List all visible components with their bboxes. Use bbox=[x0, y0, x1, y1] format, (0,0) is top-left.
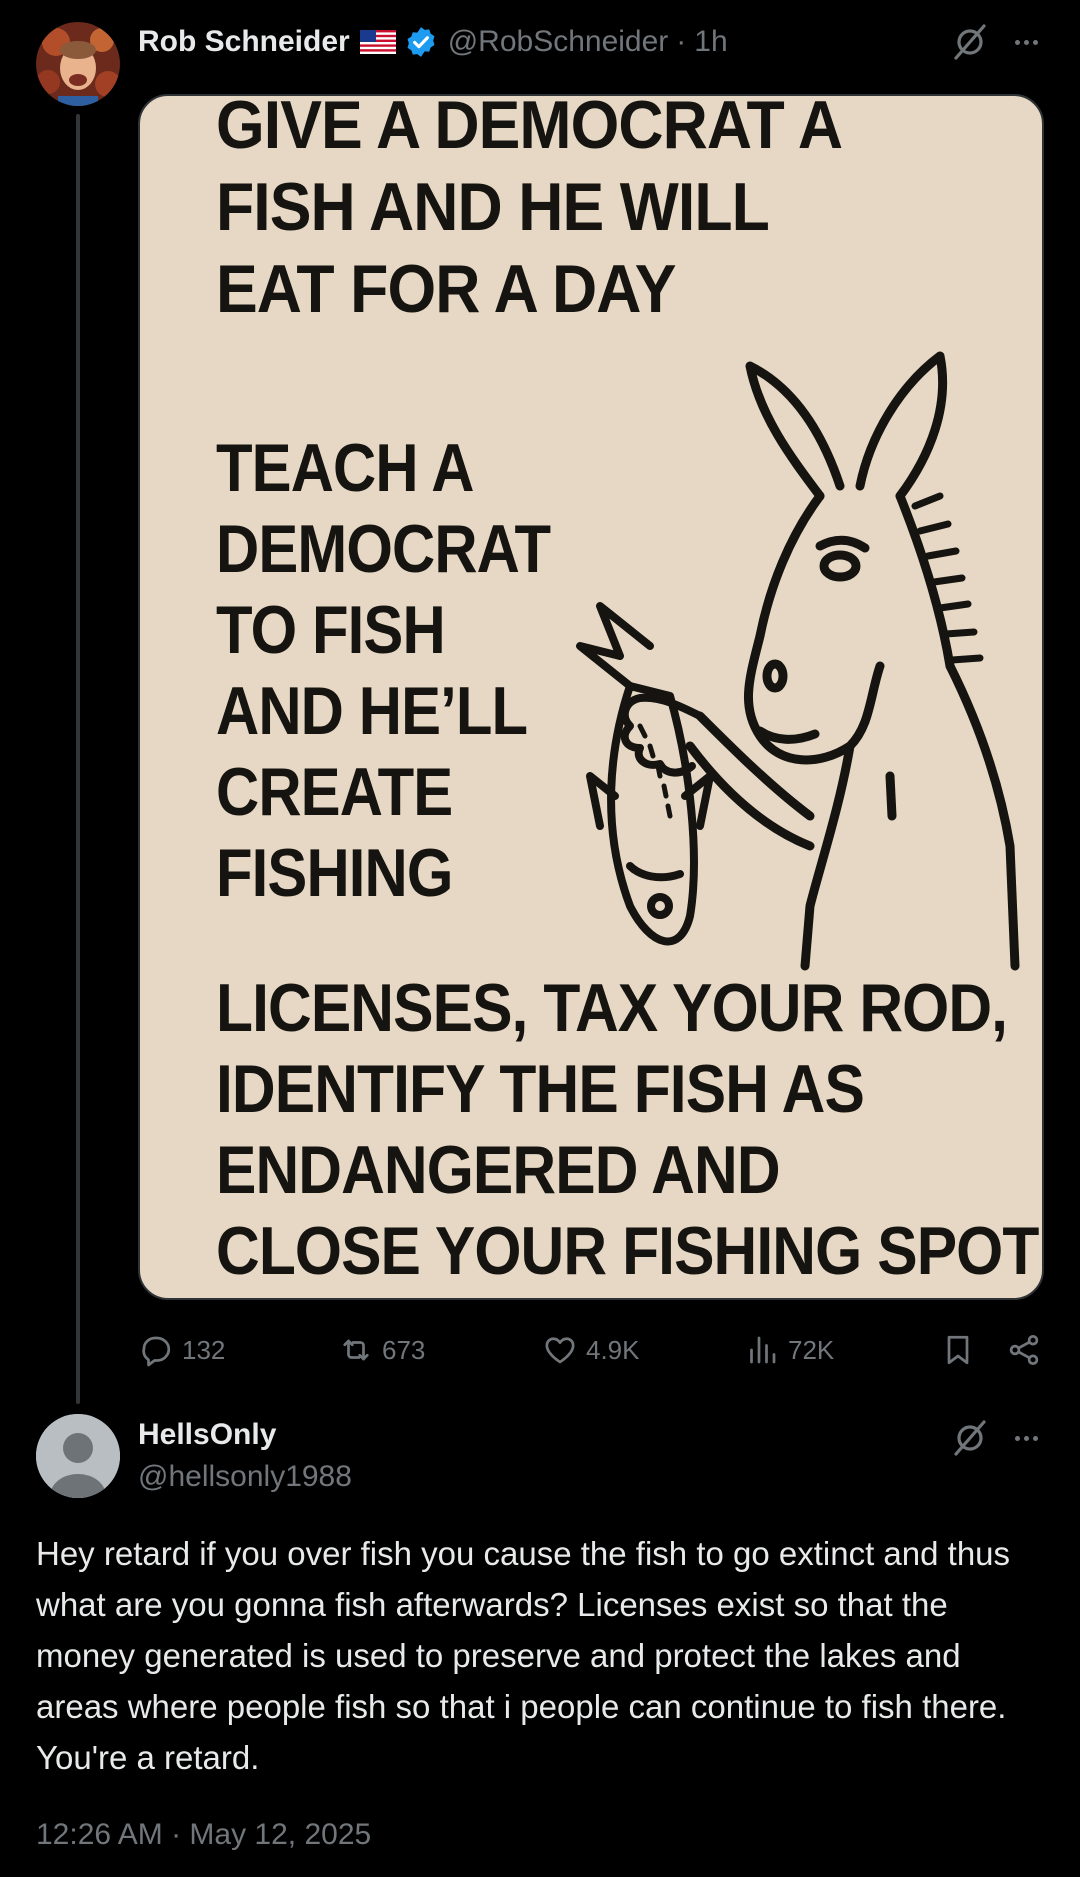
like-count: 4.9K bbox=[586, 1334, 640, 1365]
meme-text-line: TEACH A bbox=[216, 430, 474, 506]
post-time[interactable]: 1h bbox=[694, 25, 727, 59]
meme-text-line: ENDANGERED AND bbox=[216, 1132, 781, 1208]
meme-top-text: GIVE A DEMOCRAT A FISH AND HE WILL EAT F… bbox=[216, 94, 843, 330]
meme-bottom-text: LICENSES, TAX YOUR ROD, IDENTIFY THE FIS… bbox=[216, 968, 1039, 1292]
meme-text-line: LICENSES, TAX YOUR ROD, bbox=[216, 970, 1008, 1046]
reply-author-avatar[interactable] bbox=[36, 1414, 120, 1498]
meme-text-line: CREATE bbox=[216, 754, 453, 830]
meme-text-line: CLOSE YOUR FISHING SPOT bbox=[216, 1213, 1039, 1289]
bookmark-icon[interactable] bbox=[940, 1332, 976, 1368]
views-button[interactable]: 72K bbox=[744, 1328, 834, 1372]
meme-text-line: TO FISH bbox=[216, 592, 446, 668]
meme-text-line: FISH AND HE WILL bbox=[216, 169, 770, 245]
meme-text-line: GIVE A DEMOCRAT A bbox=[216, 94, 843, 163]
repost-button[interactable]: 673 bbox=[338, 1328, 425, 1372]
post-detail-page: Rob Schneider @RobSchneider · 1h GIVE A … bbox=[0, 0, 1080, 1877]
author-display-name[interactable]: Rob Schneider bbox=[138, 25, 350, 59]
meme-middle-text: TEACH A DEMOCRAT TO FISH AND HE’LL CREAT… bbox=[216, 428, 551, 914]
views-icon bbox=[750, 1336, 776, 1364]
repost-icon bbox=[343, 1339, 369, 1361]
grok-icon[interactable] bbox=[950, 22, 990, 62]
meme-text-line: AND HE’LL bbox=[216, 673, 528, 749]
repost-count: 673 bbox=[382, 1334, 426, 1365]
reply-timestamp[interactable]: 12:26 AM · May 12, 2025 bbox=[36, 1818, 371, 1852]
post-header: Rob Schneider @RobSchneider · 1h bbox=[138, 22, 1038, 62]
reply-author-display-name[interactable]: HellsOnly bbox=[138, 1418, 276, 1452]
meme-text-line: EAT FOR A DAY bbox=[216, 251, 677, 327]
post-action-bar: 132 673 4.9K 72K bbox=[0, 1328, 1080, 1372]
meme-text-line: IDENTIFY THE FISH AS bbox=[216, 1051, 865, 1127]
like-button[interactable]: 4.9K bbox=[542, 1328, 640, 1372]
us-flag-icon bbox=[359, 30, 396, 54]
share-icon[interactable] bbox=[1006, 1332, 1042, 1368]
header-separator: · bbox=[676, 25, 687, 58]
meme-text-line: FISHING bbox=[216, 835, 453, 911]
author-avatar[interactable] bbox=[36, 22, 120, 106]
more-icon[interactable] bbox=[1006, 1418, 1046, 1458]
reply-text: Hey retard if you over fish you cause th… bbox=[36, 1535, 1011, 1776]
reply-author-handle[interactable]: @hellsonly1988 bbox=[138, 1460, 352, 1494]
reply-button[interactable]: 132 bbox=[138, 1328, 225, 1372]
heart-icon bbox=[545, 1337, 575, 1364]
meme-text-line: DEMOCRAT bbox=[216, 511, 551, 587]
verified-badge-icon[interactable] bbox=[404, 25, 438, 59]
author-handle[interactable]: @RobSchneider bbox=[448, 25, 669, 59]
more-icon[interactable] bbox=[1006, 22, 1046, 62]
thread-connector-line bbox=[76, 114, 80, 1404]
reply-icon bbox=[142, 1336, 171, 1367]
grok-icon[interactable] bbox=[950, 1418, 990, 1458]
views-count: 72K bbox=[788, 1334, 835, 1365]
reply-count: 132 bbox=[182, 1334, 226, 1365]
post-media-image[interactable]: GIVE A DEMOCRAT A FISH AND HE WILL EAT F… bbox=[138, 94, 1044, 1300]
